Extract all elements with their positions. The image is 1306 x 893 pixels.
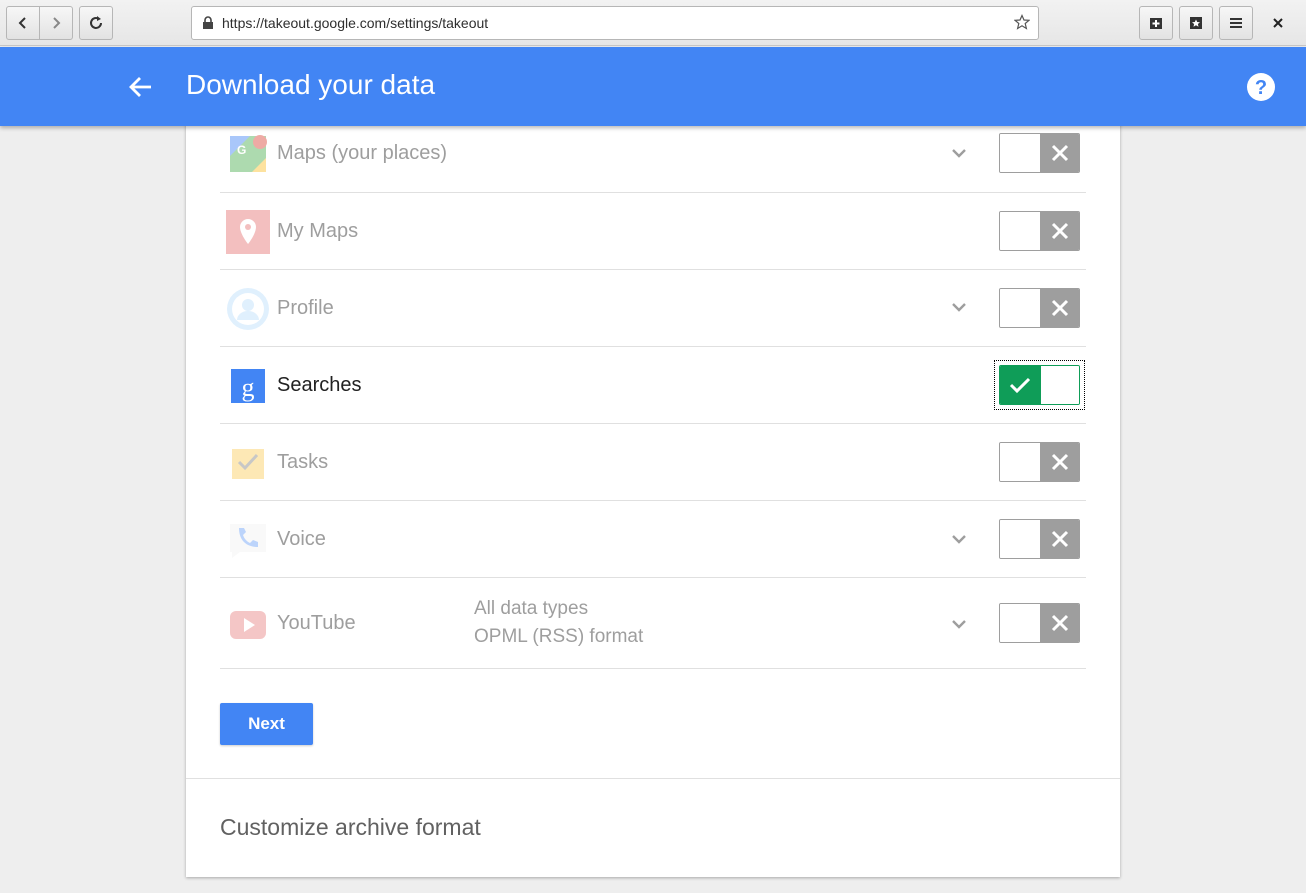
google-search-icon: g [231, 369, 265, 403]
voice-phone-icon [230, 524, 266, 558]
checkmark-icon [1009, 377, 1031, 394]
page-title: Download your data [186, 69, 436, 100]
chevron-down-icon[interactable] [950, 615, 968, 633]
toggle-off-side [1039, 212, 1079, 250]
product-toggle-maps[interactable] [999, 133, 1080, 173]
svg-text:G: G [237, 143, 246, 157]
reload-icon [90, 16, 102, 29]
products-card: G Maps (your places) My Maps Profile g S… [186, 110, 1120, 877]
x-icon [1051, 222, 1068, 240]
forward-button[interactable] [39, 7, 72, 39]
reload-button[interactable] [79, 6, 113, 40]
product-name: My Maps [277, 220, 359, 242]
chevron-down-icon[interactable] [950, 144, 968, 162]
my-maps-pin-icon [226, 210, 270, 254]
toggle-off-side [1039, 443, 1079, 481]
bookmark-star-icon[interactable] [1013, 14, 1031, 33]
help-icon[interactable]: ? [1246, 72, 1276, 102]
toggle-off-side [1039, 134, 1079, 172]
toggle-knob [1000, 289, 1040, 327]
close-window-button[interactable] [1268, 13, 1288, 33]
product-row-profile: Profile [220, 270, 1086, 347]
chevron-left-icon [18, 17, 26, 29]
history-nav [6, 6, 73, 40]
product-name: Voice [277, 528, 326, 550]
x-icon [1051, 453, 1068, 471]
tasks-checkbox-icon [232, 449, 264, 479]
x-icon [1051, 299, 1068, 317]
profile-avatar-icon [227, 288, 269, 330]
lock-icon [202, 16, 214, 30]
toggle-on-side [1000, 366, 1040, 404]
product-toggle-youtube[interactable] [999, 603, 1080, 643]
toggle-knob [1000, 134, 1040, 172]
customize-archive-format-heading[interactable]: Customize archive format [220, 814, 481, 841]
product-details: All data types OPML (RSS) format [474, 595, 643, 651]
x-icon [1051, 530, 1068, 548]
product-name: Maps (your places) [277, 142, 448, 164]
x-icon [1051, 614, 1068, 632]
address-bar[interactable]: https://takeout.google.com/settings/take… [191, 6, 1039, 40]
url-text: https://takeout.google.com/settings/take… [222, 15, 489, 31]
product-row-youtube: YouTube All data types OPML (RSS) format [220, 578, 1086, 669]
next-button[interactable]: Next [220, 703, 313, 745]
chevron-right-icon [53, 17, 61, 29]
close-icon [1273, 18, 1283, 28]
youtube-play-icon [230, 611, 266, 639]
product-row-tasks: Tasks [220, 424, 1086, 501]
browser-toolbar: https://takeout.google.com/settings/take… [0, 0, 1306, 46]
toggle-knob [1000, 212, 1040, 250]
toggle-off-side [1039, 604, 1079, 642]
section-divider [186, 778, 1120, 779]
bookmarks-icon [1190, 17, 1202, 29]
toggle-knob [1000, 604, 1040, 642]
product-toggle-my-maps[interactable] [999, 211, 1080, 251]
toggle-off-side [1039, 520, 1079, 558]
new-tab-icon [1150, 18, 1162, 29]
toggle-off-side [1039, 289, 1079, 327]
product-row-voice: Voice [220, 501, 1086, 578]
app-header: Download your data ? [0, 47, 1306, 126]
detail-format: OPML (RSS) format [474, 626, 644, 647]
bookmarks-button[interactable] [1179, 6, 1213, 40]
menu-button[interactable] [1219, 6, 1253, 40]
svg-text:g: g [242, 373, 255, 402]
toggle-knob [1039, 366, 1079, 404]
new-tab-button[interactable] [1139, 6, 1173, 40]
product-name: Profile [277, 297, 334, 319]
chevron-down-icon[interactable] [950, 298, 968, 316]
product-row-searches: g Searches [220, 347, 1086, 424]
product-name: YouTube [277, 612, 356, 634]
back-arrow-icon[interactable] [127, 73, 155, 101]
toggle-knob [1000, 443, 1040, 481]
product-row-my-maps: My Maps [220, 193, 1086, 270]
product-toggle-searches[interactable] [999, 365, 1080, 405]
google-maps-icon: G [230, 135, 267, 172]
back-button[interactable] [7, 7, 39, 39]
product-name: Tasks [277, 451, 329, 473]
x-icon [1051, 144, 1068, 162]
detail-data-types: All data types [474, 598, 589, 619]
chevron-down-icon[interactable] [950, 530, 968, 548]
product-toggle-voice[interactable] [999, 519, 1080, 559]
product-toggle-tasks[interactable] [999, 442, 1080, 482]
hamburger-menu-icon [1230, 18, 1242, 28]
svg-text:?: ? [1255, 77, 1267, 99]
toggle-knob [1000, 520, 1040, 558]
product-toggle-profile[interactable] [999, 288, 1080, 328]
product-name: Searches [277, 374, 362, 396]
